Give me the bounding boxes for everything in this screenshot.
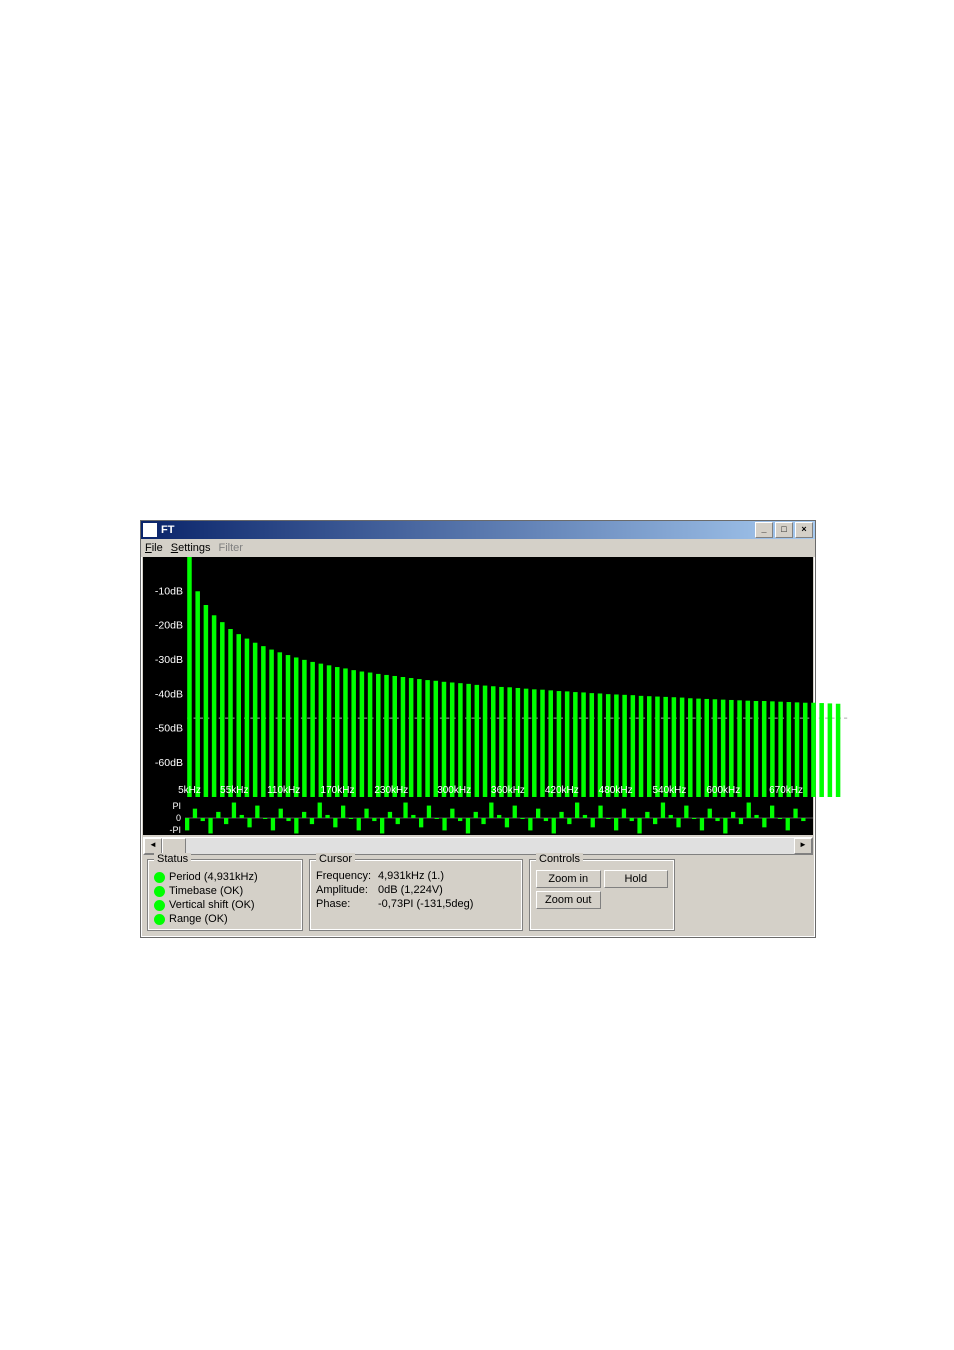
svg-text:-10dB: -10dB xyxy=(155,585,183,597)
svg-text:0: 0 xyxy=(176,813,181,823)
minimize-button[interactable]: _ xyxy=(755,522,773,538)
scroll-thumb[interactable] xyxy=(162,838,186,854)
status-dot-icon xyxy=(154,872,165,883)
x-axis: 5kHz55kHz110kHz170kHz230kHz300kHz360kHz4… xyxy=(185,785,813,799)
x-tick-label: 5kHz xyxy=(178,785,201,796)
x-tick-label: 600kHz xyxy=(706,785,740,796)
svg-text:-PI: -PI xyxy=(169,825,181,835)
plot-area[interactable]: -10dB -20dB -30dB -40dB -50dB -60dB 5kHz 55kHz… xyxy=(143,557,813,835)
status-item-label: Vertical shift (OK) xyxy=(169,899,255,911)
status-dot-icon xyxy=(154,886,165,897)
cursor-frequency-label: Frequency: xyxy=(316,870,378,884)
svg-text:-60dB: -60dB xyxy=(155,757,183,769)
controls-legend: Controls xyxy=(536,853,583,865)
status-group: Status Period (4,931kHz)Timebase (OK)Ver… xyxy=(147,859,303,931)
svg-text:-50dB: -50dB xyxy=(155,723,183,735)
phase-plot: PI 0 -PI xyxy=(143,801,813,835)
status-item: Range (OK) xyxy=(154,912,296,926)
status-item-label: Timebase (OK) xyxy=(169,885,243,897)
svg-text:-40dB: -40dB xyxy=(155,688,183,700)
svg-text:-20dB: -20dB xyxy=(155,620,183,632)
cursor-frequency-value: 4,931kHz (1.) xyxy=(378,870,444,884)
menu-settings[interactable]: Settings xyxy=(171,542,211,554)
close-button[interactable]: × xyxy=(795,522,813,538)
status-item-label: Period (4,931kHz) xyxy=(169,871,258,883)
status-dot-icon xyxy=(154,900,165,911)
x-tick-label: 55kHz xyxy=(220,785,248,796)
status-item: Period (4,931kHz) xyxy=(154,870,296,884)
magnitude-plot: -10dB -20dB -30dB -40dB -50dB -60dB xyxy=(143,557,848,797)
scroll-track[interactable] xyxy=(162,838,794,854)
x-tick-label: 230kHz xyxy=(374,785,408,796)
cursor-group: Cursor Frequency: 4,931kHz (1.) Amplitud… xyxy=(309,859,523,931)
cursor-amplitude-value: 0dB (1,224V) xyxy=(378,884,443,898)
svg-text:PI: PI xyxy=(172,801,181,811)
hold-button[interactable]: Hold xyxy=(604,870,669,888)
status-item: Vertical shift (OK) xyxy=(154,898,296,912)
x-tick-label: 480kHz xyxy=(599,785,633,796)
status-dot-icon xyxy=(154,914,165,925)
cursor-phase-value: -0,73PI (-131,5deg) xyxy=(378,898,473,912)
ft-window: FT _ □ × File Settings Filter -10dB -20dB… xyxy=(140,520,816,938)
x-tick-label: 420kHz xyxy=(545,785,579,796)
svg-text:-30dB: -30dB xyxy=(155,654,183,666)
zoom-out-button[interactable]: Zoom out xyxy=(536,891,601,909)
maximize-button[interactable]: □ xyxy=(775,522,793,538)
x-tick-label: 300kHz xyxy=(437,785,471,796)
window-title: FT xyxy=(161,524,755,536)
status-legend: Status xyxy=(154,853,191,865)
x-tick-label: 360kHz xyxy=(491,785,525,796)
scroll-left-button[interactable]: ◄ xyxy=(144,838,162,854)
menu-file[interactable]: File xyxy=(145,542,163,554)
cursor-legend: Cursor xyxy=(316,853,355,865)
x-tick-label: 540kHz xyxy=(653,785,687,796)
x-tick-label: 670kHz xyxy=(769,785,803,796)
status-item-label: Range (OK) xyxy=(169,913,228,925)
titlebar[interactable]: FT _ □ × xyxy=(141,521,815,539)
cursor-phase-label: Phase: xyxy=(316,898,378,912)
x-tick-label: 170kHz xyxy=(321,785,355,796)
controls-group: Controls Zoom in Hold Zoom out xyxy=(529,859,675,931)
horizontal-scrollbar[interactable]: ◄ ► xyxy=(143,837,813,855)
scroll-right-button[interactable]: ► xyxy=(794,838,812,854)
status-item: Timebase (OK) xyxy=(154,884,296,898)
app-icon xyxy=(143,523,157,537)
cursor-amplitude-label: Amplitude: xyxy=(316,884,378,898)
x-tick-label: 110kHz xyxy=(267,785,300,796)
menu-filter[interactable]: Filter xyxy=(219,542,243,554)
menubar: File Settings Filter xyxy=(141,539,815,557)
zoom-in-button[interactable]: Zoom in xyxy=(536,870,601,888)
